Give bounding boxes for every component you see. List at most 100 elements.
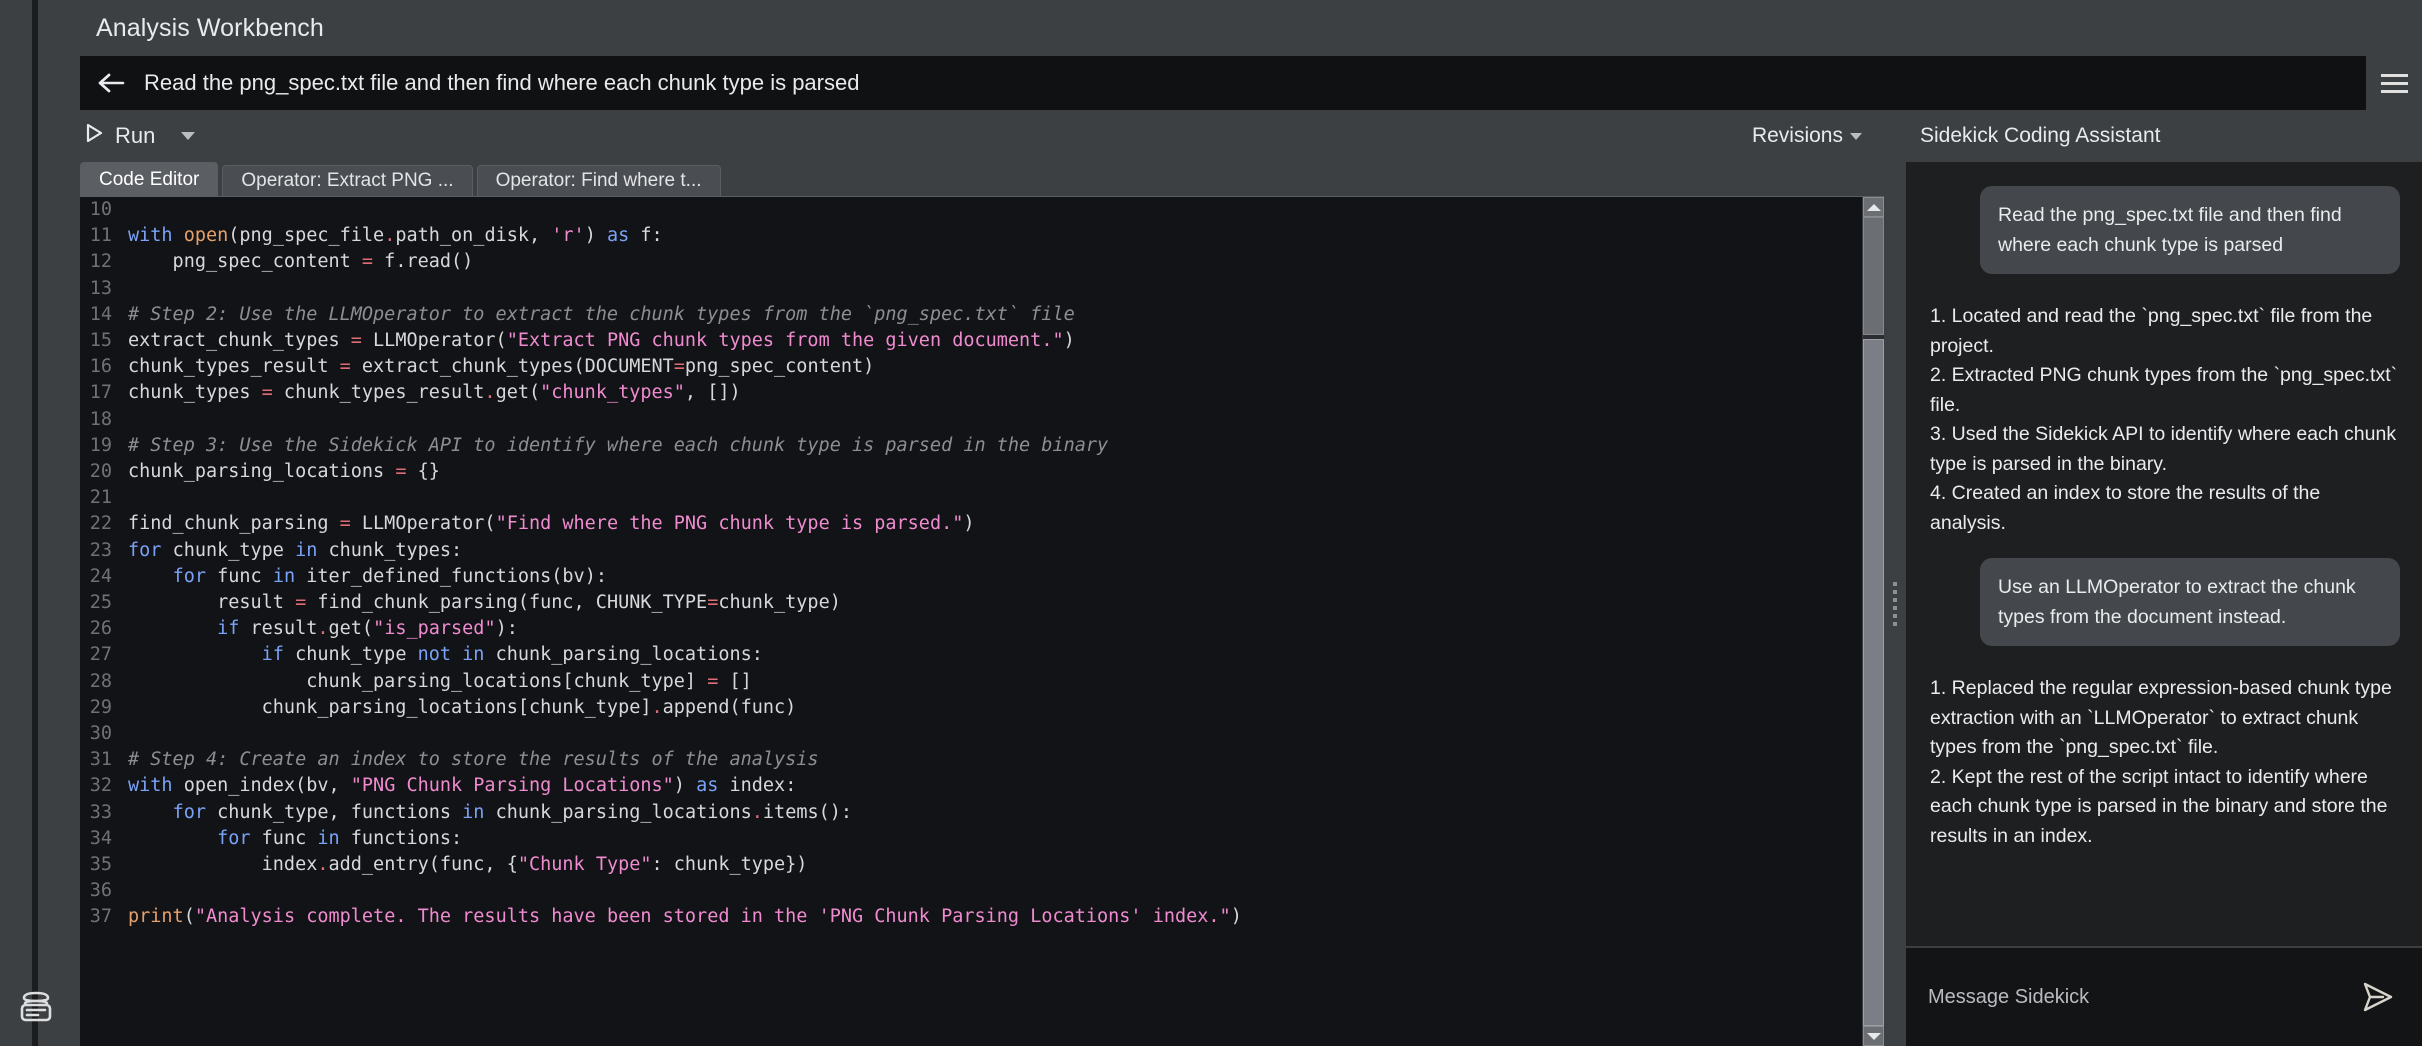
- app-window: Analysis Workbench Read the png_spec.txt…: [0, 0, 2422, 1046]
- code-line: 16 chunk_types_result = extract_chunk_typ…: [80, 354, 1862, 381]
- code-line: 36: [80, 878, 1862, 905]
- line-source[interactable]: # Step 2: Use the LLMOperator to extract…: [124, 302, 1862, 328]
- chat-message-assistant: 1. Located and read the `png_spec.txt` f…: [1928, 302, 2400, 538]
- editor-tabstrip: Code Editor Operator: Extract PNG ... Oper…: [80, 162, 1884, 196]
- scroll-down-arrow-icon[interactable]: [1863, 1026, 1884, 1046]
- line-source[interactable]: for func in functions:: [124, 826, 1862, 852]
- line-number: 34: [80, 825, 124, 853]
- code-line: 20 chunk_parsing_locations = {}: [80, 459, 1862, 486]
- splitter-grip-icon: [1893, 582, 1897, 626]
- line-source[interactable]: [124, 276, 1862, 302]
- line-source[interactable]: if result.get("is_parsed"):: [124, 616, 1862, 642]
- line-number: 18: [80, 406, 124, 433]
- titlebar: Analysis Workbench: [0, 0, 2422, 56]
- code-scroll-area[interactable]: 10 11 with open(png_spec_file.path_on_dis…: [80, 197, 1862, 1046]
- chat-input[interactable]: [1928, 985, 2354, 1009]
- scrollbar-track-upper[interactable]: [1863, 217, 1884, 335]
- line-number: 21: [80, 485, 124, 512]
- line-source[interactable]: [124, 485, 1862, 511]
- line-source[interactable]: [124, 197, 1862, 223]
- line-source[interactable]: result = find_chunk_parsing(func, CHUNK_…: [124, 590, 1862, 616]
- send-paper-plane-icon[interactable]: [2354, 974, 2400, 1020]
- code-line: 12 png_spec_content = f.read(): [80, 249, 1862, 276]
- run-group: Run: [80, 110, 196, 162]
- chat-message-user: Use an LLMOperator to extract the chunk …: [1980, 558, 2400, 646]
- line-source[interactable]: print("Analysis complete. The results ha…: [124, 904, 1862, 930]
- tab-operator-1[interactable]: Operator: Extract PNG ...: [222, 165, 473, 196]
- tab-code-editor[interactable]: Code Editor: [80, 162, 219, 196]
- line-number: 19: [80, 432, 124, 460]
- editor-vertical-scrollbar[interactable]: [1862, 197, 1884, 1046]
- scroll-up-arrow-icon[interactable]: [1863, 197, 1884, 217]
- line-number: 15: [80, 328, 124, 355]
- chat-message-list[interactable]: Read the png_spec.txt file and then find…: [1906, 162, 2422, 946]
- play-icon: [84, 122, 104, 150]
- line-source[interactable]: for func in iter_defined_functions(bv):: [124, 564, 1862, 590]
- left-rail-stripe: [32, 0, 38, 1046]
- run-button[interactable]: Run: [80, 120, 159, 152]
- code-line: 15 extract_chunk_types = LLMOperator("Ext…: [80, 328, 1862, 355]
- tab-label: Code Editor: [99, 168, 200, 190]
- code-line: 22 find_chunk_parsing = LLMOperator("Find…: [80, 511, 1862, 538]
- code-line: 13: [80, 275, 1862, 302]
- code-line: 32 with open_index(bv, "PNG Chunk Parsing…: [80, 773, 1862, 800]
- code-line: 28 chunk_parsing_locations[chunk_type] =…: [80, 668, 1862, 695]
- line-source[interactable]: chunk_types_result = extract_chunk_types…: [124, 354, 1862, 380]
- line-number: 32: [80, 773, 124, 800]
- sidekick-chat-pane: Read the png_spec.txt file and then find…: [1906, 162, 2422, 1046]
- line-source[interactable]: for chunk_type, functions in chunk_parsi…: [124, 800, 1862, 826]
- line-source[interactable]: with open_index(bv, "PNG Chunk Parsing L…: [124, 773, 1862, 799]
- tab-operator-2[interactable]: Operator: Find where t...: [476, 165, 721, 196]
- line-source[interactable]: for chunk_type in chunk_types:: [124, 538, 1862, 564]
- back-arrow-icon[interactable]: [94, 66, 128, 100]
- line-source[interactable]: index.add_entry(func, {"Chunk Type": chu…: [124, 852, 1862, 878]
- line-source[interactable]: with open(png_spec_file.path_on_disk, 'r…: [124, 223, 1862, 249]
- main-content: Code Editor Operator: Extract PNG ... Oper…: [0, 162, 2422, 1046]
- revisions-dropdown[interactable]: Revisions: [1752, 124, 1862, 148]
- line-source[interactable]: extract_chunk_types = LLMOperator("Extra…: [124, 328, 1862, 354]
- line-source[interactable]: # Step 3: Use the Sidekick API to identi…: [124, 433, 1862, 459]
- code-line: 18: [80, 406, 1862, 433]
- line-source[interactable]: chunk_parsing_locations = {}: [124, 459, 1862, 485]
- scrollbar-thumb[interactable]: [1863, 339, 1884, 1026]
- line-source[interactable]: find_chunk_parsing = LLMOperator("Find w…: [124, 511, 1862, 537]
- code-line: 21: [80, 485, 1862, 512]
- code-line: 30: [80, 721, 1862, 748]
- line-source[interactable]: chunk_types = chunk_types_result.get("ch…: [124, 380, 1862, 406]
- chat-message-line: 2. Kept the rest of the script intact to…: [1930, 765, 2388, 847]
- line-source[interactable]: png_spec_content = f.read(): [124, 249, 1862, 275]
- chat-input-bar[interactable]: [1906, 946, 2422, 1046]
- line-source[interactable]: [124, 878, 1862, 904]
- code-line: 27 if chunk_type not in chunk_parsing_lo…: [80, 642, 1862, 669]
- line-number: 11: [80, 223, 124, 250]
- task-query-bar[interactable]: Read the png_spec.txt file and then find…: [80, 56, 2366, 110]
- line-number: 25: [80, 590, 124, 617]
- code-line: 11 with open(png_spec_file.path_on_disk, …: [80, 223, 1862, 250]
- code-line: 33 for chunk_type, functions in chunk_pa…: [80, 799, 1862, 826]
- line-number: 30: [80, 721, 124, 748]
- code-line: 25 result = find_chunk_parsing(func, CHU…: [80, 590, 1862, 617]
- line-source[interactable]: [124, 721, 1862, 747]
- line-number: 23: [80, 537, 124, 564]
- code-line: 35 index.add_entry(func, {"Chunk Type": …: [80, 852, 1862, 879]
- run-button-label: Run: [115, 123, 156, 148]
- line-number: 17: [80, 380, 124, 407]
- line-number: 22: [80, 511, 124, 538]
- code-line: 34 for func in functions:: [80, 825, 1862, 853]
- line-number: 36: [80, 878, 124, 905]
- line-source[interactable]: chunk_parsing_locations[chunk_type] = []: [124, 669, 1862, 695]
- code-editor: 10 11 with open(png_spec_file.path_on_dis…: [80, 196, 1884, 1046]
- code-line: 23 for chunk_type in chunk_types:: [80, 537, 1862, 564]
- run-chevron-down-icon[interactable]: [181, 132, 196, 140]
- line-number: 12: [80, 249, 124, 276]
- code-line: 24 for func in iter_defined_functions(bv…: [80, 563, 1862, 591]
- line-source[interactable]: # Step 4: Create an index to store the r…: [124, 747, 1862, 773]
- hamburger-menu-icon[interactable]: [2366, 56, 2422, 110]
- database-stack-icon[interactable]: [10, 980, 62, 1032]
- task-query-text: Read the png_spec.txt file and then find…: [144, 70, 860, 95]
- task-bar-row: Read the png_spec.txt file and then find…: [0, 56, 2422, 110]
- line-source[interactable]: if chunk_type not in chunk_parsing_locat…: [124, 642, 1862, 668]
- line-source[interactable]: [124, 407, 1862, 433]
- line-source[interactable]: chunk_parsing_locations[chunk_type].appe…: [124, 695, 1862, 721]
- pane-splitter[interactable]: [1884, 162, 1906, 1046]
